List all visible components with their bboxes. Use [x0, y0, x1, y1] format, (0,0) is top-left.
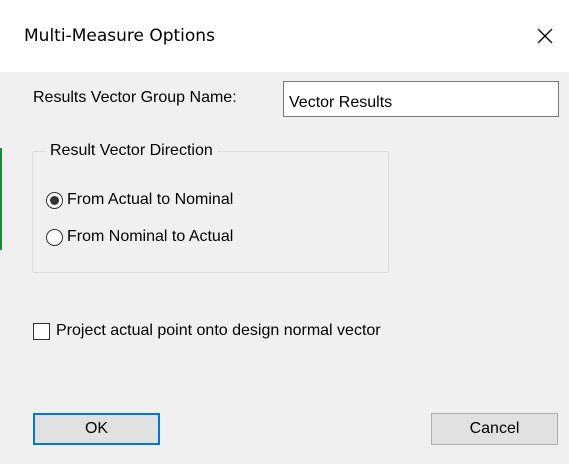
dialog-title: Multi-Measure Options: [24, 26, 215, 46]
group-name-label: Results Vector Group Name:: [33, 89, 237, 106]
radio-button-selected[interactable]: [46, 191, 63, 209]
radio-nominal-to-actual[interactable]: From Nominal to Actual: [46, 228, 233, 246]
project-actual-point-label: Project actual point onto design normal …: [56, 322, 381, 339]
title-bar[interactable]: Multi-Measure Options: [0, 0, 569, 72]
close-button[interactable]: [522, 14, 568, 58]
project-actual-point-option[interactable]: Project actual point onto design normal …: [33, 322, 381, 340]
background-window-edge: [0, 148, 2, 250]
radio-label: From Actual to Nominal: [67, 191, 234, 208]
ok-button-label: OK: [84, 420, 109, 437]
radio-button[interactable]: [46, 228, 63, 246]
cancel-button-label: Cancel: [469, 420, 520, 437]
cancel-button[interactable]: Cancel: [431, 413, 558, 445]
multi-measure-options-dialog: Multi-Measure Options Results Vector Gro…: [0, 0, 569, 464]
close-icon: [537, 28, 553, 44]
group-name-input[interactable]: [283, 81, 559, 117]
ok-button[interactable]: OK: [33, 413, 160, 445]
result-vector-direction-legend: Result Vector Direction: [46, 142, 217, 160]
radio-label: From Nominal to Actual: [67, 228, 234, 245]
project-actual-point-checkbox[interactable]: [33, 322, 50, 340]
result-vector-direction-group: [32, 151, 389, 273]
radio-actual-to-nominal[interactable]: From Actual to Nominal: [46, 191, 233, 209]
